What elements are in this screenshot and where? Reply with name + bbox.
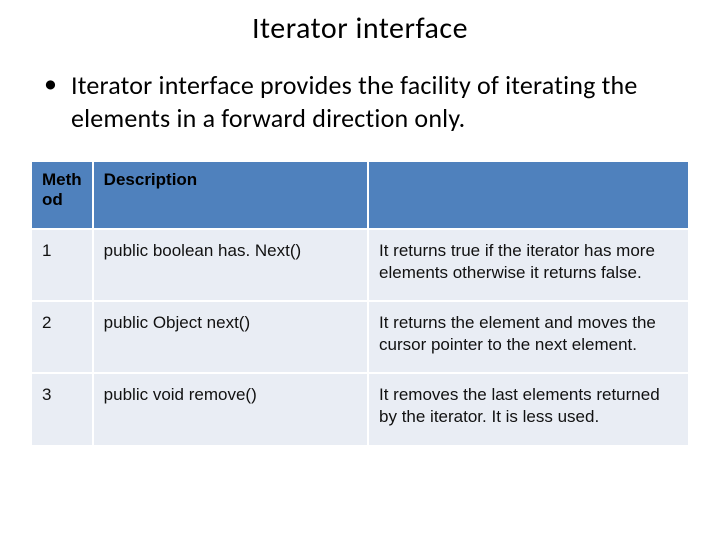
cell-number: 2 (31, 301, 93, 373)
bullet-dot-icon: • (44, 69, 57, 97)
methods-table: Meth od Description 1 public boolean has… (30, 160, 690, 447)
cell-number: 3 (31, 373, 93, 445)
bullet-item: • Iterator interface provides the facili… (44, 69, 690, 134)
cell-desc: It returns the element and moves the cur… (368, 301, 689, 373)
header-description: Description (93, 161, 368, 229)
cell-method: public boolean has. Next() (93, 229, 368, 301)
cell-method: public void remove() (93, 373, 368, 445)
header-blank (368, 161, 689, 229)
table-row: 1 public boolean has. Next() It returns … (31, 229, 689, 301)
cell-method: public Object next() (93, 301, 368, 373)
table-header-row: Meth od Description (31, 161, 689, 229)
cell-desc: It removes the last elements returned by… (368, 373, 689, 445)
bullet-text: Iterator interface provides the facility… (71, 69, 690, 134)
cell-number: 1 (31, 229, 93, 301)
cell-desc: It returns true if the iterator has more… (368, 229, 689, 301)
table-row: 2 public Object next() It returns the el… (31, 301, 689, 373)
page-title: Iterator interface (30, 10, 690, 47)
header-method-no: Meth od (31, 161, 93, 229)
table-row: 3 public void remove() It removes the la… (31, 373, 689, 445)
